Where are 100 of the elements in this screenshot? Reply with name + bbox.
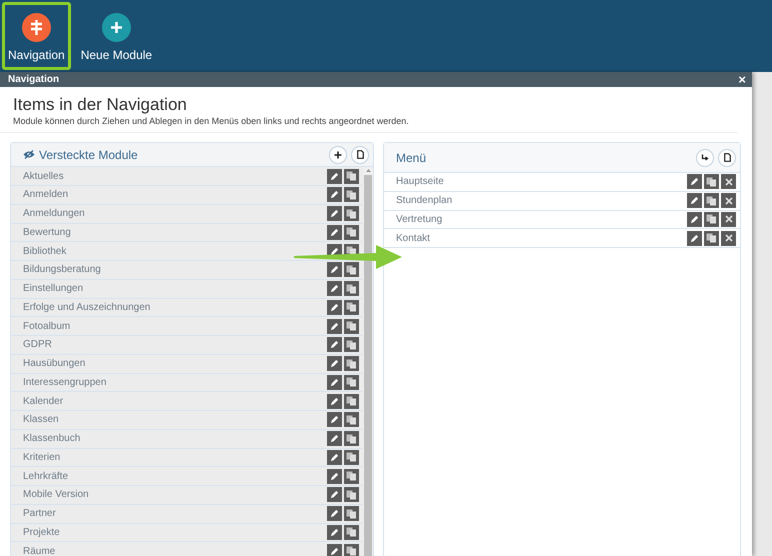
- edit-button[interactable]: [327, 487, 342, 502]
- module-label: Hausübungen: [23, 357, 86, 372]
- new-page-button[interactable]: [351, 146, 369, 164]
- edit-button[interactable]: [327, 224, 342, 240]
- copy-button[interactable]: [344, 300, 359, 315]
- add-button[interactable]: [329, 146, 347, 164]
- copy-icon: [346, 396, 357, 406]
- copy-button[interactable]: [344, 431, 359, 446]
- close-icon: [724, 196, 732, 205]
- copy-icon: [346, 546, 357, 556]
- edit-button[interactable]: [327, 506, 342, 522]
- edit-button[interactable]: [327, 394, 342, 409]
- edit-button[interactable]: [327, 187, 342, 202]
- module-label: Bewertung: [23, 226, 72, 240]
- edit-button[interactable]: [327, 300, 342, 315]
- panel-title: Versteckte Module: [39, 146, 139, 164]
- module-label: Projekte: [23, 526, 61, 540]
- module-label: Klassen: [23, 413, 60, 428]
- edit-button[interactable]: [327, 468, 342, 484]
- module-label: Mobile Version: [23, 488, 90, 502]
- copy-button[interactable]: [344, 394, 359, 409]
- copy-icon: [346, 358, 357, 369]
- copy-icon: [346, 434, 357, 444]
- edit-button[interactable]: [327, 431, 342, 446]
- toolbar-button[interactable]: Neue Module: [74, 2, 158, 70]
- panel-title: Menü: [396, 150, 428, 166]
- edit-button[interactable]: [327, 356, 342, 372]
- edit-button[interactable]: [327, 318, 342, 334]
- copy-button[interactable]: [344, 524, 359, 540]
- document-icon: [724, 153, 730, 162]
- copy-button[interactable]: [704, 212, 719, 227]
- edit-button[interactable]: [327, 450, 342, 465]
- copy-button[interactable]: [344, 337, 359, 352]
- module-label: Klassenbuch: [23, 432, 82, 446]
- edit-button[interactable]: [687, 174, 702, 190]
- module-label: GDPR: [23, 338, 53, 352]
- module-label: Räume: [23, 544, 56, 556]
- copy-button[interactable]: [344, 206, 359, 222]
- copy-button[interactable]: [344, 318, 359, 334]
- toolbar-button[interactable]: Navigation: [2, 2, 71, 70]
- hidden-eye-icon: [23, 150, 35, 160]
- copy-button[interactable]: [704, 174, 719, 190]
- module-label: Fotoalbum: [23, 320, 72, 334]
- edit-button[interactable]: [687, 193, 702, 208]
- module-label: Einstellungen: [23, 282, 84, 296]
- scrollbar[interactable]: [363, 167, 373, 556]
- edit-button[interactable]: [327, 168, 342, 184]
- copy-button[interactable]: [704, 230, 719, 246]
- edit-button[interactable]: [327, 206, 342, 222]
- plus-icon: [102, 13, 131, 42]
- copy-icon: [346, 414, 357, 425]
- edit-button[interactable]: [327, 262, 342, 278]
- copy-button[interactable]: [704, 193, 719, 208]
- edit-button[interactable]: [327, 337, 342, 352]
- edit-button[interactable]: [327, 544, 342, 556]
- document-icon: [356, 150, 364, 160]
- copy-icon: [346, 208, 357, 219]
- copy-button[interactable]: [344, 487, 359, 502]
- dialog-title: Navigation: [8, 73, 60, 87]
- copy-button[interactable]: [344, 544, 359, 556]
- copy-button[interactable]: [344, 412, 359, 428]
- copy-button[interactable]: [344, 356, 359, 372]
- module-label: Bildungsberatung: [23, 263, 102, 278]
- copy-icon: [346, 171, 357, 182]
- import-button[interactable]: [696, 148, 714, 166]
- edit-button[interactable]: [327, 374, 342, 390]
- copy-icon: [346, 340, 357, 350]
- edit-button[interactable]: [687, 230, 702, 246]
- module-label: Kriterien: [23, 450, 62, 465]
- copy-icon: [346, 471, 357, 482]
- turn-arrow-icon: [701, 154, 709, 162]
- copy-button[interactable]: [344, 224, 359, 240]
- copy-icon: [706, 176, 717, 187]
- module-label: Anmeldungen: [23, 207, 86, 222]
- copy-icon: [346, 190, 357, 200]
- close-icon: [724, 234, 732, 242]
- module-label: Erfolge und Auszeichnungen: [23, 300, 152, 315]
- copy-button[interactable]: [344, 450, 359, 465]
- delete-button[interactable]: [721, 174, 736, 190]
- copy-button[interactable]: [344, 262, 359, 278]
- delete-button[interactable]: [721, 230, 736, 246]
- edit-button[interactable]: [327, 412, 342, 428]
- close-icon: [724, 178, 732, 186]
- edit-button[interactable]: [687, 212, 702, 227]
- copy-button[interactable]: [344, 187, 359, 202]
- copy-icon: [706, 196, 717, 206]
- copy-button[interactable]: [344, 374, 359, 390]
- copy-icon: [346, 227, 357, 238]
- edit-button[interactable]: [327, 281, 342, 296]
- delete-button[interactable]: [721, 193, 736, 208]
- module-label: Hauptseite: [396, 175, 445, 190]
- copy-button[interactable]: [344, 506, 359, 522]
- copy-icon: [346, 452, 357, 462]
- copy-button[interactable]: [344, 281, 359, 296]
- close-button[interactable]: ×: [738, 73, 746, 86]
- new-page-button[interactable]: [718, 148, 736, 166]
- delete-button[interactable]: [721, 212, 736, 227]
- copy-button[interactable]: [344, 168, 359, 184]
- edit-button[interactable]: [327, 524, 342, 540]
- copy-button[interactable]: [344, 468, 359, 484]
